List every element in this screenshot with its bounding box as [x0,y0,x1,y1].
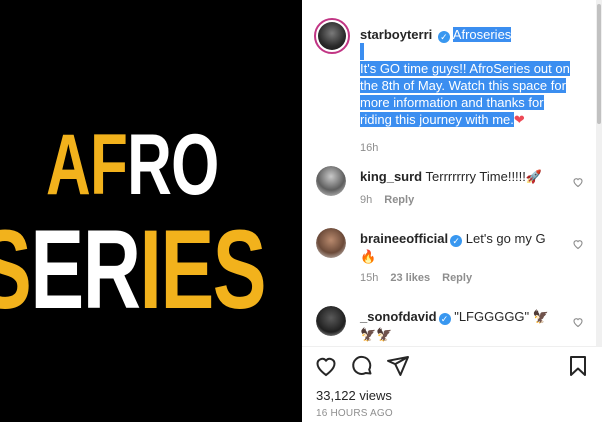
comment-text: "LFGGGGG" [454,309,530,324]
comment-like-heart-icon[interactable] [572,176,584,188]
comment-like-heart-icon[interactable] [572,316,584,328]
comment-avatar[interactable] [316,228,346,258]
image-text-ro: RO [127,117,219,213]
caption-heart-emoji: ❤ [513,112,525,127]
caption-line-1: It's GO time guys!! AfroSeries out on [360,61,570,76]
comment-username[interactable]: _sonofdavid [360,309,437,324]
post-image[interactable]: AFRO SERIES [0,0,302,422]
heart-icon[interactable] [312,352,340,380]
comment-time: 15h [360,272,379,284]
image-text-s: S [0,207,32,332]
fire-emoji: 🔥 [360,249,377,264]
comment-avatar[interactable] [316,166,346,196]
bookmark-icon[interactable] [564,352,592,380]
comment-username[interactable]: king_surd [360,169,422,184]
image-text-er: ER [30,207,141,332]
comment-username[interactable]: braineeofficial [360,231,448,246]
comment-text: Let's go my G [465,231,546,246]
verified-icon: ✓ [437,31,450,43]
scrollbar-thumb[interactable] [597,4,601,124]
scrollbar[interactable] [596,0,602,346]
post-caption: starboyterri ✓ Afroseries It's GO time g… [360,26,590,157]
rocket-emoji: 🚀 [525,169,543,184]
verified-icon: ✓ [438,313,451,325]
comment-avatar[interactable] [316,306,346,336]
post-sidebar: starboyterri ✓ Afroseries It's GO time g… [302,0,602,422]
comment-item: king_surd Terrrrrrry Time!!!!!🚀 9h Reply [360,168,560,206]
reply-button[interactable]: Reply [442,272,472,284]
views-count[interactable]: 33,122 views [316,388,392,403]
comment-item: braineeofficial ✓ Let's go my G 🔥 15h 23 li… [360,230,560,284]
caption-line-2: the 8th of May. Watch this space for [360,78,566,93]
action-bar [302,352,602,382]
caption-title: Afroseries [452,27,512,42]
divider [302,346,602,347]
comments-scroll-area[interactable]: starboyterri ✓ Afroseries It's GO time g… [302,0,602,346]
caption-line-3: more information and thanks for [360,95,544,110]
caption-time: 16h [360,142,379,154]
image-text-ies: IES [139,207,266,332]
image-title-line2: SERIES [0,214,267,326]
reply-button[interactable]: Reply [384,194,414,206]
author-avatar[interactable] [314,18,350,54]
comment-likes[interactable]: 23 likes [390,272,430,284]
share-icon[interactable] [384,352,412,380]
author-username[interactable]: starboyterri [360,27,432,42]
eagle-emoji: 🦅 [532,309,549,324]
comment-like-heart-icon[interactable] [572,238,584,250]
image-title-line1: AFRO [46,122,219,208]
eagle-emoji-row: 🦅🦅 [360,327,393,342]
verified-icon: ✓ [450,235,463,247]
comment-text: Terrrrrrry Time!!!!! [425,169,526,184]
comment-time: 9h [360,194,373,206]
image-text-af: AF [46,117,128,213]
comment-icon[interactable] [348,352,376,380]
comment-item: _sonofdavid ✓ "LFGGGGG" 🦅 🦅🦅 [360,308,560,344]
caption-line-4: riding this journey with me. [360,112,514,127]
posted-time: 16 HOURS AGO [316,408,393,419]
